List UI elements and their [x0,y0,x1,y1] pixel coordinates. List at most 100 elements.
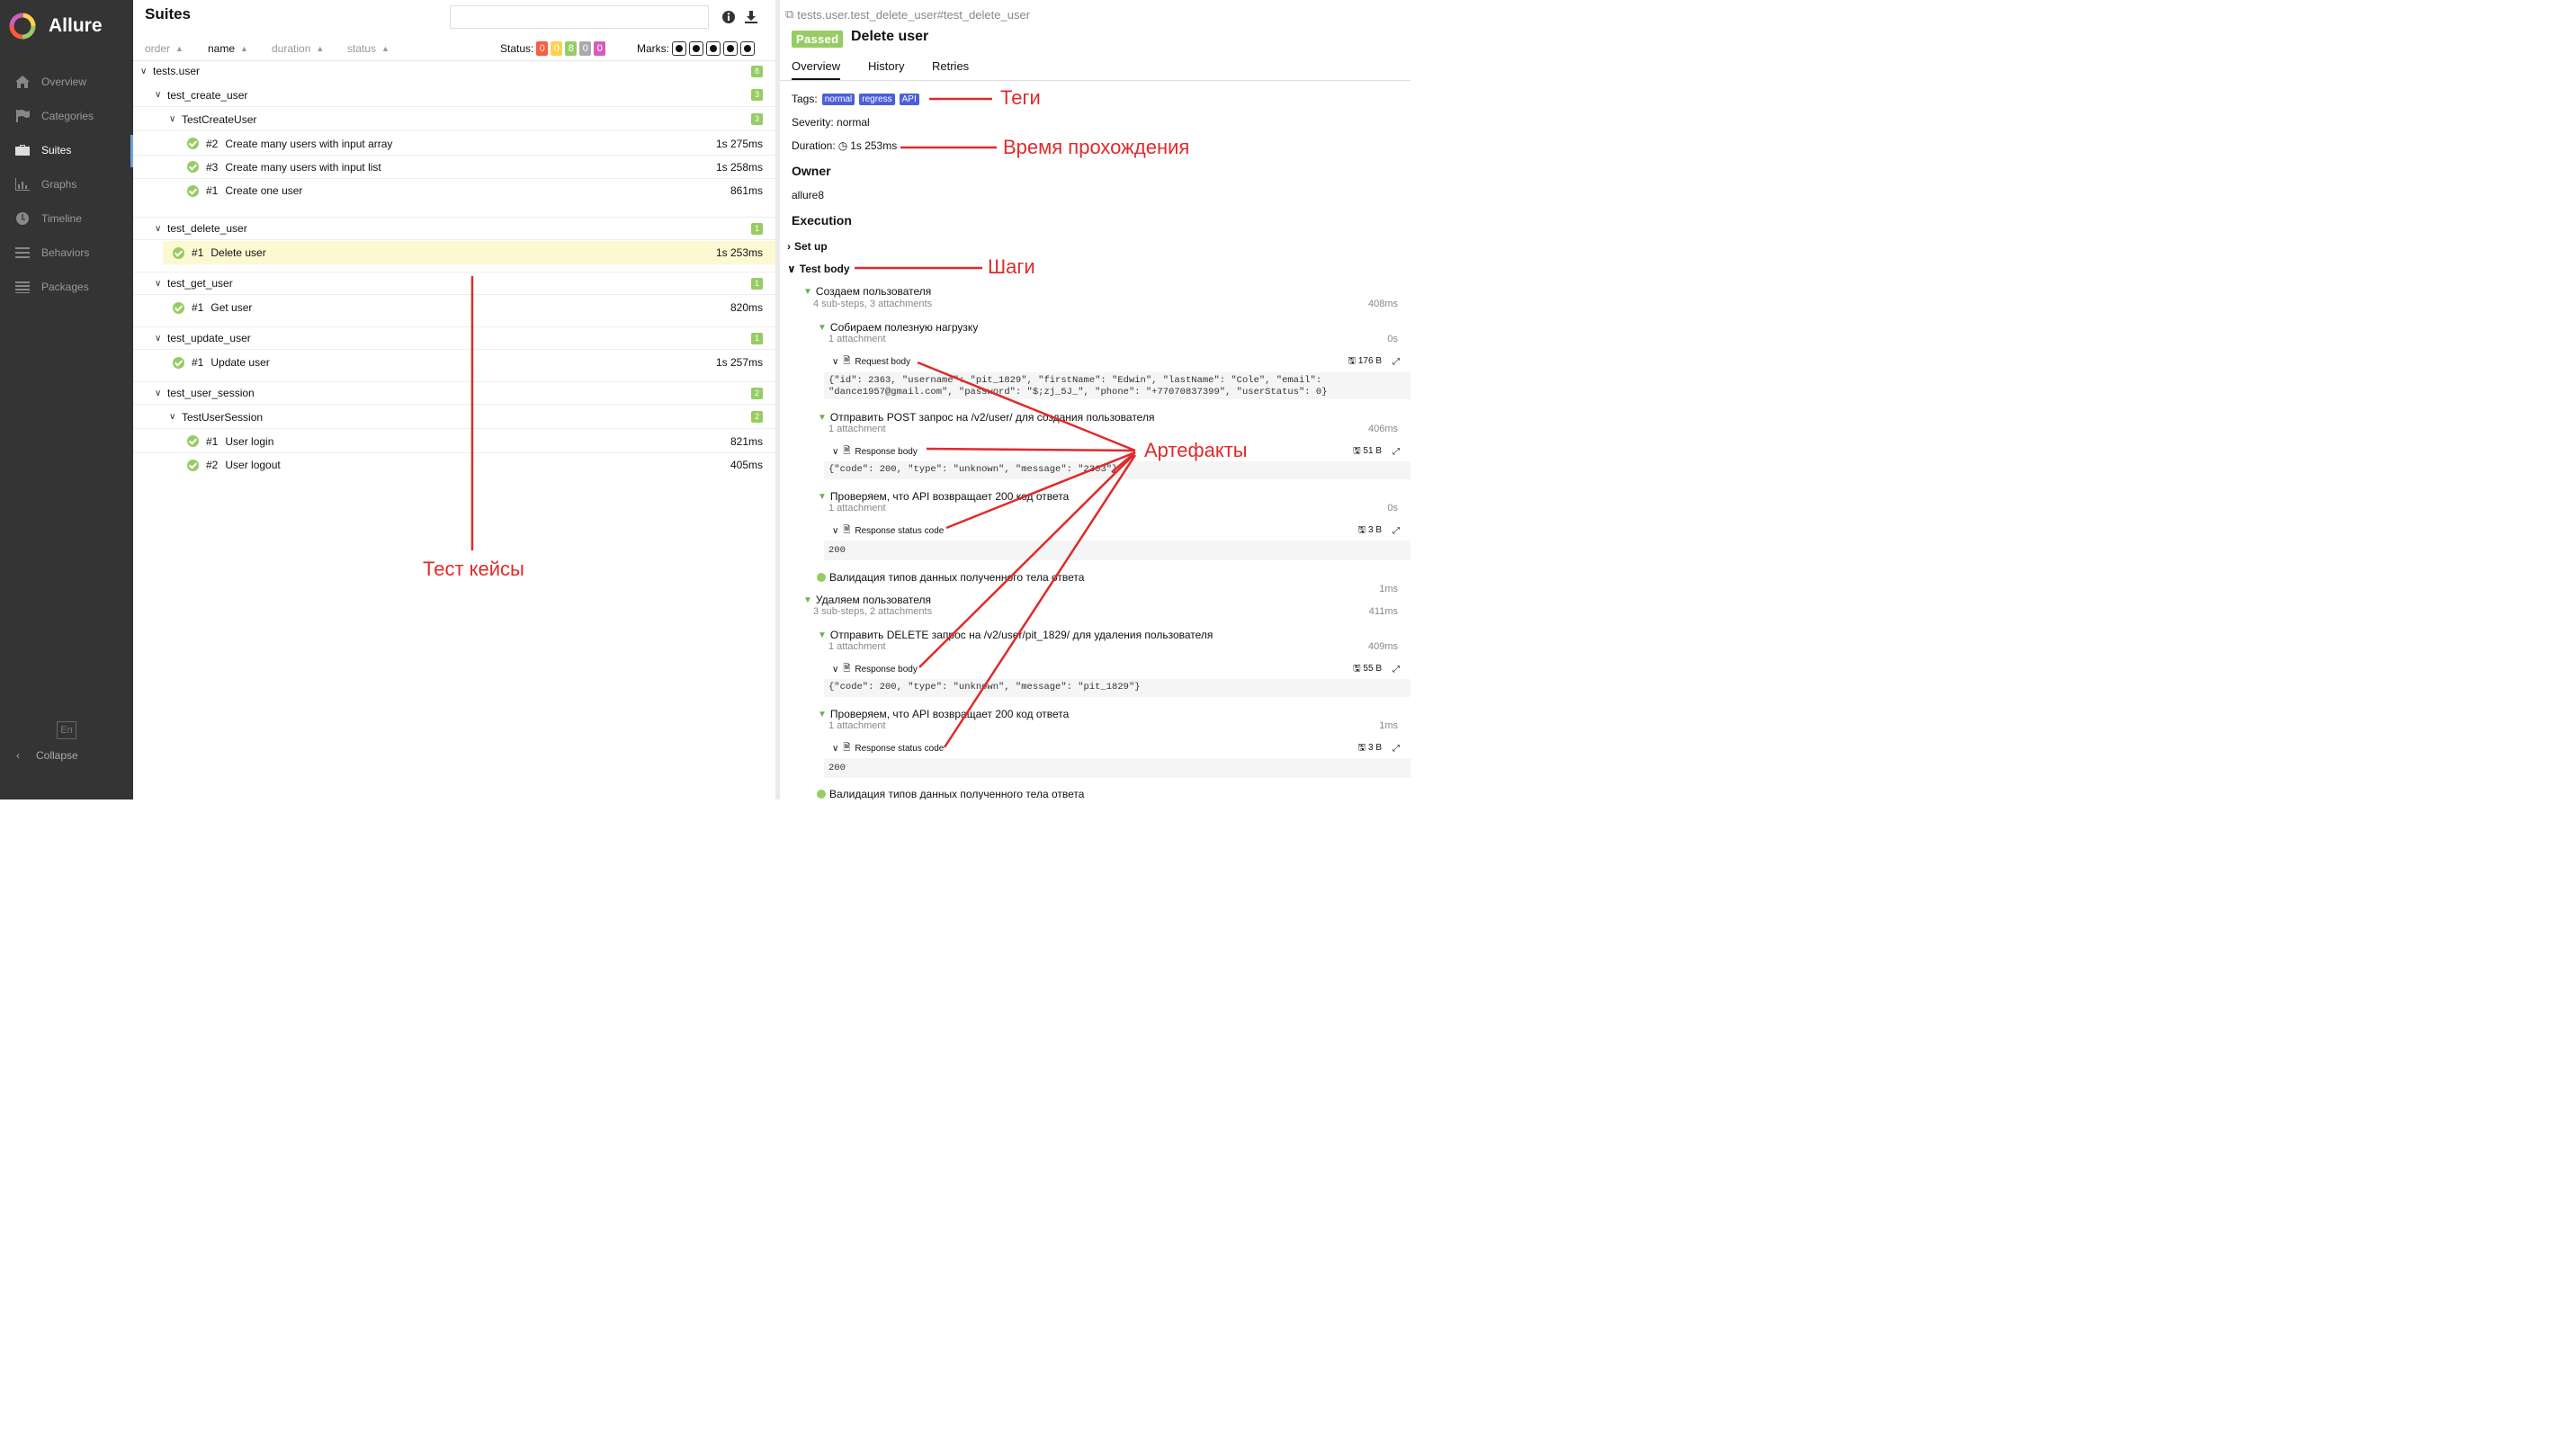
test-row[interactable]: #1 User login 821ms [133,430,775,453]
attachment-row[interactable]: ∨ 🗎︎ Response status code [832,741,944,756]
sort-duration[interactable]: duration ▲︎ [272,42,324,55]
code-line: {"id": 2363, "username": "pit_1829", "fi… [828,375,1322,386]
suite-row[interactable]: ∨ TestCreateUser 3 [133,108,775,131]
sidebar-item-timeline[interactable]: Timeline [0,203,133,234]
chevron-down-icon: ▼︎ [818,491,827,502]
passed-status-icon [173,301,184,314]
info-icon[interactable] [721,9,737,25]
clock-icon [16,212,29,225]
suite-name: test_user_session [167,387,255,399]
breadcrumb-text: tests.user.test_delete_user#test_delete_… [797,7,1031,22]
sort-order[interactable]: order ▲︎ [145,42,184,55]
attachment-row[interactable]: ∨ 🗎︎ Response status code [832,523,944,539]
expand-icon[interactable]: ⤢ [1392,357,1400,367]
status-failed-toggle[interactable]: 0 [536,41,549,56]
save-icon[interactable]: 🖫︎ [1348,356,1357,366]
step-row[interactable]: Валидация типов данных полученного тела … [817,571,1084,584]
suite-row[interactable]: ∨ test_update_user 1 [133,326,775,350]
brand[interactable]: Allure [9,13,103,40]
step-duration: 0s [1387,503,1398,514]
step-meta: 1 attachment [828,424,886,434]
chevron-down-icon: ▼︎ [803,286,812,297]
test-row[interactable]: #1 Get user 820ms [133,296,775,319]
save-icon[interactable]: 🖫︎ [1353,446,1361,456]
passed-status-icon [817,573,826,582]
step-row[interactable]: ▼︎ Отправить POST запрос на /v2/user/ дл… [818,411,1154,424]
suite-row[interactable]: ∨ test_user_session 2 [133,381,775,405]
sort-arrows-icon: ▲︎ [316,44,325,53]
code-line: "dance1957@gmail.com", "password": "$;zj… [828,387,1328,397]
sidebar-item-packages[interactable]: Packages [0,272,133,302]
retries-mark-icon[interactable] [740,41,755,56]
new-passed-mark-icon[interactable] [706,41,721,56]
status-passed-toggle[interactable]: 8 [565,41,578,56]
new-failed-mark-icon[interactable] [689,41,703,56]
test-duration: 1s 253ms [715,246,763,259]
attachment-meta: 🖫︎ 3 B ⤢ [1358,741,1400,756]
setup-stage[interactable]: › Set up [787,240,828,253]
test-body-stage[interactable]: ∨ Test body [787,263,850,275]
suite-name: TestUserSession [182,410,264,424]
step-row[interactable]: ▼︎ Собираем полезную нагрузку [818,321,978,334]
test-row[interactable]: #2 User logout 405ms [133,453,775,477]
test-row[interactable]: #1 Create one user 861ms [133,179,775,202]
save-icon[interactable]: 🖫︎ [1358,743,1366,753]
new-broken-mark-icon[interactable] [723,41,738,56]
sidebar-item-suites[interactable]: Suites [0,135,133,167]
tree-root[interactable]: ∨ tests.user 8 [133,59,775,83]
status-broken-toggle[interactable]: 0 [551,41,563,56]
status-skipped-toggle[interactable]: 0 [579,41,592,56]
chevron-down-icon: ∨ [155,333,162,344]
test-row[interactable]: #2 Create many users with input array 1s… [133,132,775,156]
collapse-button[interactable]: ‹ Collapse [16,749,78,762]
suite-name: test_delete_user [167,222,247,235]
status-unknown-toggle[interactable]: 0 [594,41,606,56]
step-row[interactable]: ▼︎ Удаляем пользователя [803,594,931,606]
suite-row[interactable]: ∨ test_get_user 1 [133,272,775,295]
save-icon[interactable]: 🖫︎ [1358,525,1366,535]
suite-row[interactable]: ∨ test_delete_user 1 [133,217,775,240]
expand-icon[interactable]: ⤢ [1392,744,1400,754]
sidebar-item-categories[interactable]: Categories [0,101,133,131]
test-row[interactable]: #1 Update user 1s 257ms [133,351,775,374]
save-icon[interactable]: 🖫︎ [1353,664,1361,674]
flaky-mark-icon[interactable] [672,41,686,56]
language-button[interactable]: En [57,721,76,739]
tab-history[interactable]: History [868,59,904,73]
sort-status-label: status [347,42,377,55]
test-number: #1 [192,301,204,314]
step-row[interactable]: ▼︎ Проверяем, что API возвращает 200 код… [818,708,1069,720]
step-row[interactable]: ▼︎ Отправить DELETE запрос на /v2/user/p… [818,629,1213,641]
test-row[interactable]: #3 Create many users with input list 1s … [133,156,775,179]
step-row[interactable]: ▼︎ Создаем пользователя [803,285,931,298]
owner-value: allure8 [792,189,825,201]
expand-icon[interactable]: ⤢ [1392,526,1400,536]
expand-icon[interactable]: ⤢ [1392,665,1400,674]
step-row[interactable]: Валидация типов данных полученного тела … [817,788,1084,799]
test-row-selected[interactable]: #1 Delete user 1s 253ms [163,241,775,264]
suite-row[interactable]: ∨ TestUserSession 2 [133,406,775,429]
copy-icon[interactable]: ⧉ [785,7,793,22]
sort-name-label: name [208,42,236,55]
sort-name[interactable]: name ▲︎ [208,42,248,55]
sort-status[interactable]: status ▲︎ [347,42,390,55]
search-input[interactable] [450,5,709,29]
attachment-row[interactable]: ∨ 🗎︎ Response body [832,662,918,677]
chevron-down-icon: ∨ [832,665,839,674]
attachment-row[interactable]: ∨ 🗎︎ Response body [832,444,918,460]
chevron-down-icon: ∨ [832,357,839,367]
attachment-row[interactable]: ∨ 🗎︎ Request body [832,354,910,370]
sidebar-item-overview[interactable]: Overview [0,67,133,97]
download-icon[interactable] [743,9,759,25]
step-row[interactable]: ▼︎ Проверяем, что API возвращает 200 код… [818,490,1069,503]
expand-icon[interactable]: ⤢ [1392,447,1400,457]
tab-retries[interactable]: Retries [932,59,969,73]
suite-row[interactable]: ∨ test_create_user 3 [133,84,775,107]
sidebar-item-behaviors[interactable]: Behaviors [0,237,133,268]
stage-label: Test body [799,263,850,275]
tab-overview[interactable]: Overview [792,59,841,80]
sidebar-item-graphs[interactable]: Graphs [0,169,133,200]
suite-name: test_update_user [167,332,251,344]
step-duration: 1ms [1379,584,1398,594]
stage-label: Set up [794,240,828,253]
